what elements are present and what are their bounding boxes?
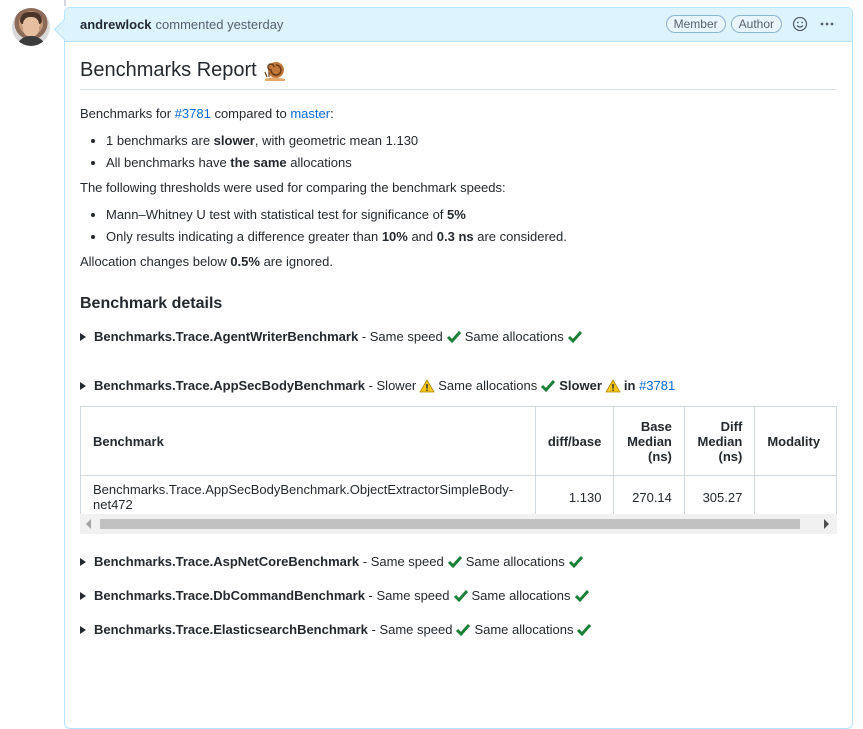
speed-status: Same speed [370,554,444,569]
benchmark-name[interactable]: Benchmarks.Trace.AspNetCoreBenchmark [94,554,359,569]
threshold-item: Mann–Whitney U test with statistical tes… [106,207,837,222]
timeline-line [64,0,66,6]
expand-triangle-icon[interactable] [80,591,86,600]
speed-status: Slower [376,378,417,393]
check-icon [568,555,583,568]
column-header: Benchmark [80,406,536,476]
table-cell: Benchmarks.Trace.AppSecBodyBenchmark.Obj… [80,475,536,519]
intro-mid: compared to [214,106,287,121]
speed-status: Same speed [376,588,450,603]
benchmark-name[interactable]: Benchmarks.Trace.AppSecBodyBenchmark [94,378,365,393]
benchmark-summary[interactable]: Benchmarks.Trace.DbCommandBenchmark - Sa… [80,588,837,603]
expand-triangle-icon[interactable] [80,625,86,634]
benchmark-summary[interactable]: Benchmarks.Trace.ElasticsearchBenchmark … [80,622,837,637]
summary-item: 1 benchmarks are slower, with geometric … [106,133,837,148]
expand-triangle-icon[interactable] [80,381,86,390]
benchmark-name[interactable]: Benchmarks.Trace.DbCommandBenchmark [94,588,365,603]
pr-link[interactable]: #3781 [639,378,675,393]
benchmark-summary[interactable]: Benchmarks.Trace.AgentWriterBenchmark - … [80,329,837,344]
base-branch-link[interactable]: master [290,106,330,121]
comment-meta[interactable]: commented yesterday [156,17,284,32]
speed-status: Same speed [379,622,453,637]
check-icon [574,589,589,602]
slower-label: Slower [559,378,602,393]
summary-list: 1 benchmarks are slower, with geometric … [80,133,837,170]
alloc-status: Same allocations [464,329,564,344]
benchmark-name[interactable]: Benchmarks.Trace.ElasticsearchBenchmark [94,622,368,637]
avatar[interactable] [12,8,50,46]
comment-box: andrewlock commented yesterday Member Au… [53,7,853,729]
report-title: Benchmarks Report [80,59,837,90]
benchmark-name[interactable]: Benchmarks.Trace.AgentWriterBenchmark [94,329,358,344]
warning-icon [419,378,435,392]
intro-suffix: : [330,106,334,121]
results-table-container[interactable]: Benchmark diff/base Base Median (ns) Dif… [80,406,837,534]
smiley-icon[interactable] [791,15,809,33]
alloc-status: Same allocations [474,622,574,637]
column-header: Modality [754,406,837,476]
scrollbar-thumb[interactable] [100,519,800,529]
scroll-right-icon[interactable] [824,519,829,529]
alloc-status: Same allocations [438,378,538,393]
thresholds-list: Mann–Whitney U test with statistical tes… [80,207,837,244]
scroll-left-icon[interactable] [86,519,91,529]
member-badge: Member [665,15,726,33]
intro-paragraph: Benchmarks for #3781 compared to master: [80,106,837,121]
author-badge: Author [730,15,782,33]
details-heading: Benchmark details [80,295,223,312]
column-header: diff/base [534,406,615,476]
table-cell: 1.130 [534,475,615,519]
benchmark-summary[interactable]: Benchmarks.Trace.AppSecBodyBenchmark - S… [80,378,837,393]
thresholds-intro: The following thresholds were used for c… [80,180,506,195]
table-cell: 305.27 [683,475,756,519]
expand-triangle-icon[interactable] [80,332,86,341]
check-icon [447,555,462,568]
horizontal-scrollbar[interactable] [80,514,837,534]
table-cell [754,475,837,519]
comment-body: Benchmarks Report Benchmarks for #3781 c… [80,41,837,637]
check-icon [577,623,592,636]
warning-icon [605,378,621,392]
table-row: Benchmarks.Trace.AppSecBodyBenchmark.Obj… [80,475,837,519]
check-icon [446,330,461,343]
in-label: in [623,378,636,393]
allocation-note: Allocation changes below 0.5% are ignore… [80,254,333,269]
check-icon [541,379,556,392]
column-header: Diff Median (ns) [683,406,756,476]
comment-header: andrewlock commented yesterday Member Au… [65,8,852,42]
benchmark-summary[interactable]: Benchmarks.Trace.AspNetCoreBenchmark - S… [80,554,837,569]
alloc-status: Same allocations [471,588,571,603]
check-icon [453,589,468,602]
header-actions: Member Author [665,15,836,33]
expand-triangle-icon[interactable] [80,557,86,566]
more-options-icon[interactable] [818,15,836,33]
alloc-status: Same allocations [465,554,565,569]
column-header: Base Median (ns) [613,406,685,476]
table-header-row: Benchmark diff/base Base Median (ns) Dif… [80,406,837,476]
author-link[interactable]: andrewlock [80,17,152,32]
check-icon [567,330,582,343]
pr-link[interactable]: #3781 [175,106,211,121]
intro-prefix: Benchmarks for [80,106,172,121]
results-table: Benchmark diff/base Base Median (ns) Dif… [80,406,837,519]
summary-item: All benchmarks have the same allocations [106,155,837,170]
table-cell: 270.14 [613,475,685,519]
speed-status: Same speed [369,329,443,344]
snail-icon [264,61,285,81]
threshold-item: Only results indicating a difference gre… [106,229,837,244]
report-title-text: Benchmarks Report [80,59,257,81]
check-icon [456,623,471,636]
